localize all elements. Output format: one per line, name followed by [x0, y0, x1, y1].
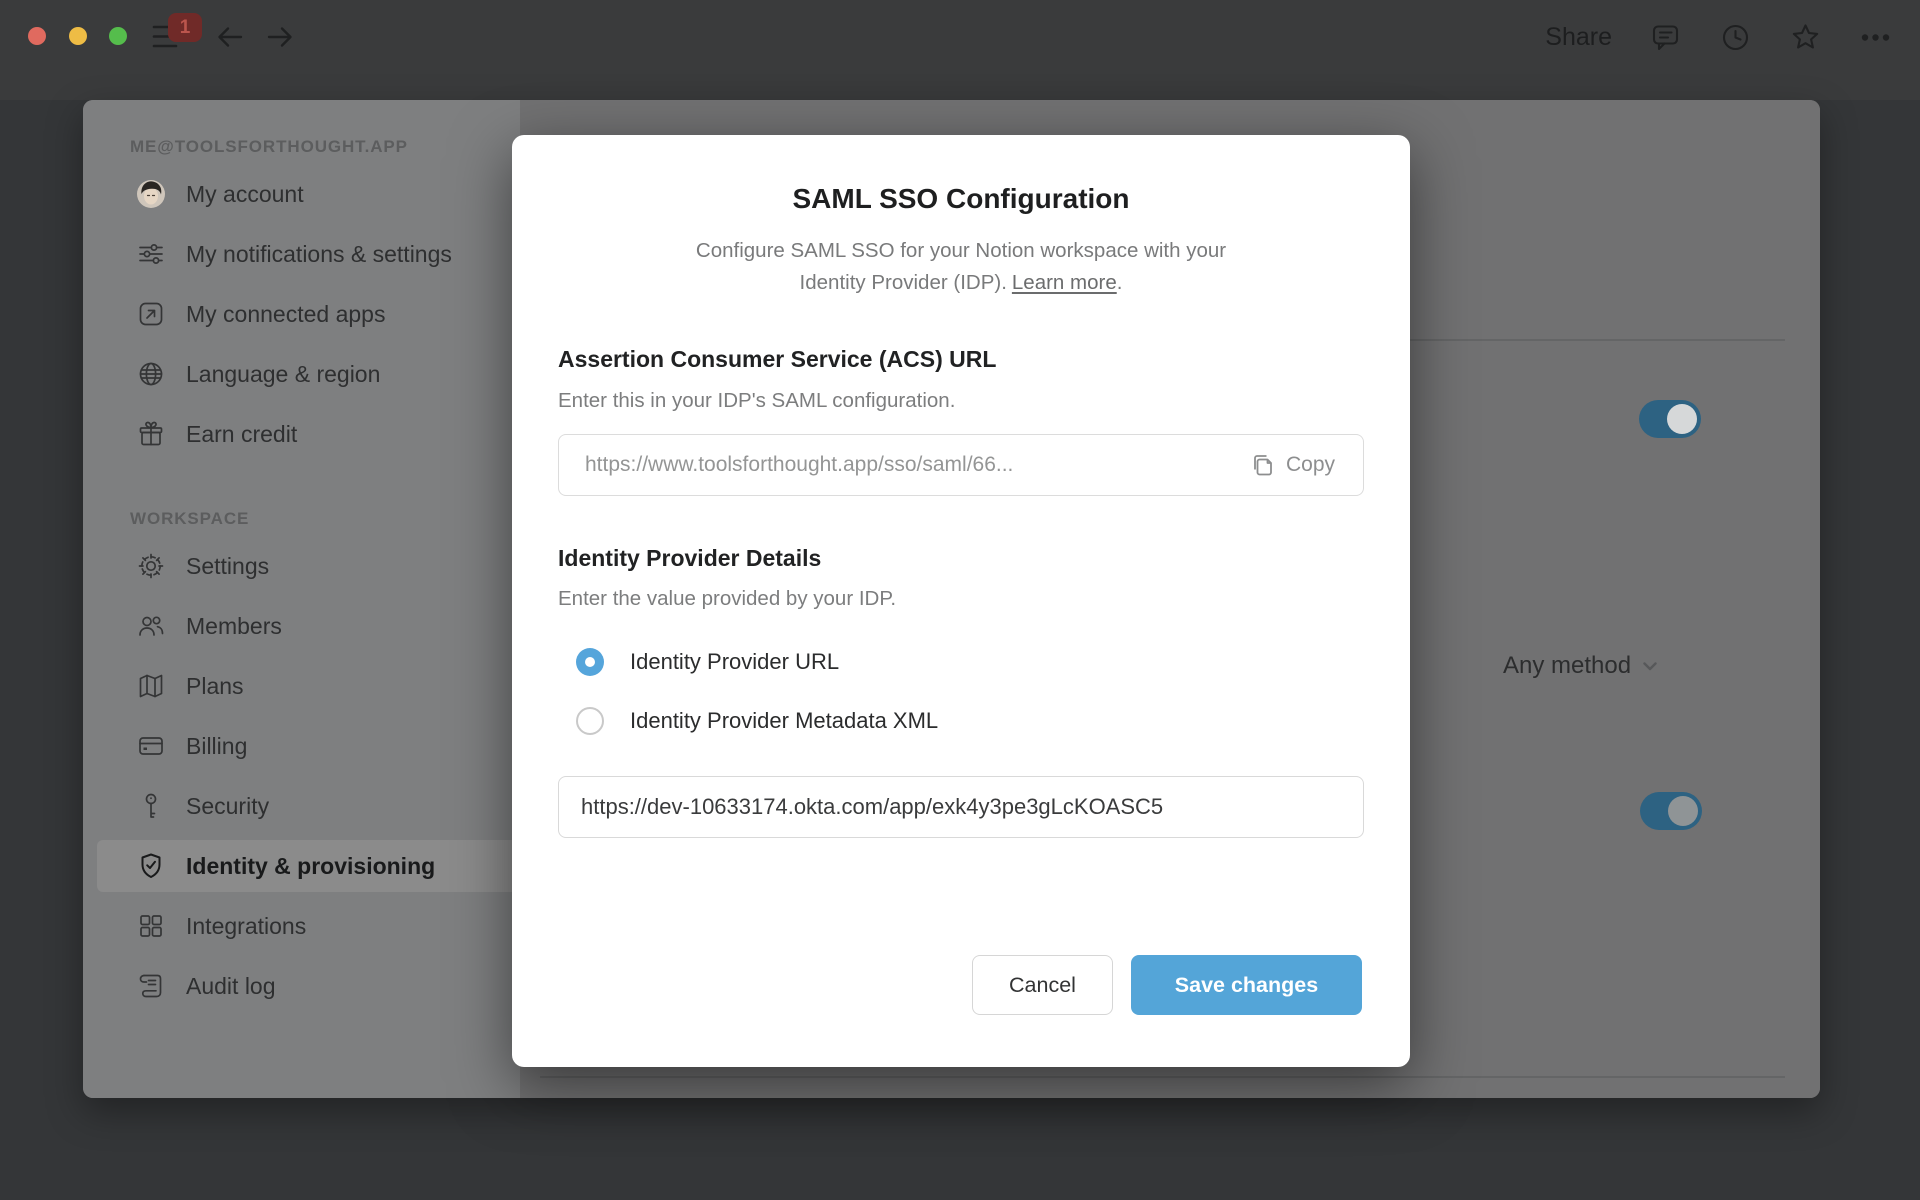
external-link-icon [136, 299, 166, 329]
close-window-button[interactable] [28, 27, 46, 45]
login-method-dropdown[interactable]: Any method [1503, 652, 1661, 680]
avatar [136, 179, 166, 209]
description-period: . [1116, 271, 1123, 294]
sliders-icon [136, 239, 166, 269]
gear-icon [136, 551, 166, 581]
chevron-down-icon [1643, 662, 1657, 671]
saml-sso-configuration-dialog: SAML SSO Configuration Configure SAML SS… [512, 135, 1410, 1067]
sidebar-item-label: Plans [186, 672, 244, 699]
copy-label: Copy [1285, 453, 1335, 476]
copy-button[interactable]: Copy [1250, 452, 1335, 478]
dropdown-value: Any method [1503, 652, 1632, 679]
acs-url-heading: Assertion Consumer Service (ACS) URL [558, 346, 997, 372]
settings-sidebar: ME@TOOLSFORTHOUGHT.APP My account My not… [83, 100, 527, 1098]
map-icon [136, 671, 166, 701]
workspace-section-header: WORKSPACE [130, 509, 250, 528]
dialog-description: Configure SAML SSO for your Notion works… [661, 235, 1261, 299]
favorite-star-icon[interactable] [1789, 21, 1822, 54]
copy-icon [1254, 455, 1272, 476]
sidebar-item-label: Language & region [186, 360, 381, 387]
sidebar-item-audit-log[interactable]: Audit log [97, 960, 527, 1012]
sidebar-item-label: Earn credit [186, 420, 298, 447]
more-options-ellipsis-icon[interactable] [1859, 21, 1892, 54]
sidebar-item-label: Identity & provisioning [186, 852, 436, 879]
radio-identity-provider-metadata-xml[interactable]: Identity Provider Metadata XML [576, 707, 938, 735]
globe-icon [136, 359, 166, 389]
sidebar-item-plans[interactable]: Plans [97, 660, 527, 712]
gift-icon [136, 419, 166, 449]
idp-details-subtext: Enter the value provided by your IDP. [558, 587, 897, 610]
share-button[interactable]: Share [1545, 23, 1612, 52]
radio-unselected-icon[interactable] [576, 707, 604, 735]
sidebar-item-identity-provisioning[interactable]: Identity & provisioning [97, 840, 527, 892]
sidebar-item-label: Billing [186, 732, 248, 759]
sidebar-item-label: My account [186, 180, 304, 207]
description-text: Configure SAML SSO for your Notion works… [695, 239, 1227, 294]
radio-selected-icon[interactable] [576, 648, 604, 676]
sidebar-item-language-region[interactable]: Language & region [97, 348, 527, 400]
sidebar-item-billing[interactable]: Billing [97, 720, 527, 772]
save-changes-button[interactable]: Save changes [1131, 955, 1362, 1015]
toggle-knob [1668, 796, 1698, 826]
sidebar-item-my-account[interactable]: My account [97, 168, 527, 220]
radio-identity-provider-url[interactable]: Identity Provider URL [576, 648, 839, 676]
account-section-header: ME@TOOLSFORTHOUGHT.APP [130, 137, 408, 156]
credit-card-icon [136, 731, 166, 761]
acs-url-value: https://www.toolsforthought.app/sso/saml… [585, 453, 1014, 476]
radio-label: Identity Provider URL [630, 649, 840, 674]
sidebar-item-earn-credit[interactable]: Earn credit [97, 408, 527, 460]
sidebar-item-label: Integrations [186, 912, 307, 939]
sidebar-item-label: My connected apps [186, 300, 386, 327]
content-divider-bottom [540, 1076, 1785, 1078]
notification-badge: 1 [168, 13, 202, 42]
sidebar-item-connected-apps[interactable]: My connected apps [97, 288, 527, 340]
sidebar-item-my-notifications[interactable]: My notifications & settings [97, 228, 527, 280]
forward-arrow-icon[interactable] [264, 21, 296, 53]
radio-label: Identity Provider Metadata XML [630, 708, 939, 733]
zoom-window-button[interactable] [109, 27, 127, 45]
scroll-icon [136, 971, 166, 1001]
sso-toggle[interactable] [1639, 400, 1701, 438]
sidebar-item-label: Audit log [186, 972, 276, 999]
sidebar-item-security[interactable]: Security [97, 780, 527, 832]
key-icon [136, 791, 166, 821]
minimize-window-button[interactable] [69, 27, 87, 45]
members-icon [136, 611, 166, 641]
learn-more-link[interactable]: Learn more [1012, 271, 1117, 294]
identity-provider-url-input[interactable] [558, 776, 1364, 838]
back-arrow-icon[interactable] [214, 21, 246, 53]
sidebar-item-label: My notifications & settings [186, 240, 452, 267]
acs-url-subtext: Enter this in your IDP's SAML configurat… [558, 389, 956, 412]
sidebar-item-label: Settings [186, 552, 270, 579]
idp-details-heading: Identity Provider Details [558, 545, 822, 571]
comments-icon[interactable] [1649, 21, 1682, 54]
history-clock-icon[interactable] [1719, 21, 1752, 54]
scim-toggle[interactable] [1640, 792, 1702, 830]
acs-url-field: https://www.toolsforthought.app/sso/saml… [558, 434, 1364, 496]
cancel-button[interactable]: Cancel [972, 955, 1113, 1015]
sidebar-item-settings[interactable]: Settings [97, 540, 527, 592]
grid-icon [136, 911, 166, 941]
sidebar-item-label: Members [186, 612, 282, 639]
window-titlebar: 1 Share [0, 0, 1920, 100]
shield-check-icon [136, 851, 166, 881]
sidebar-item-label: Security [186, 792, 270, 819]
toggle-knob [1667, 404, 1697, 434]
sidebar-item-members[interactable]: Members [97, 600, 527, 652]
sidebar-item-integrations[interactable]: Integrations [97, 900, 527, 952]
dialog-title: SAML SSO Configuration [792, 183, 1130, 214]
